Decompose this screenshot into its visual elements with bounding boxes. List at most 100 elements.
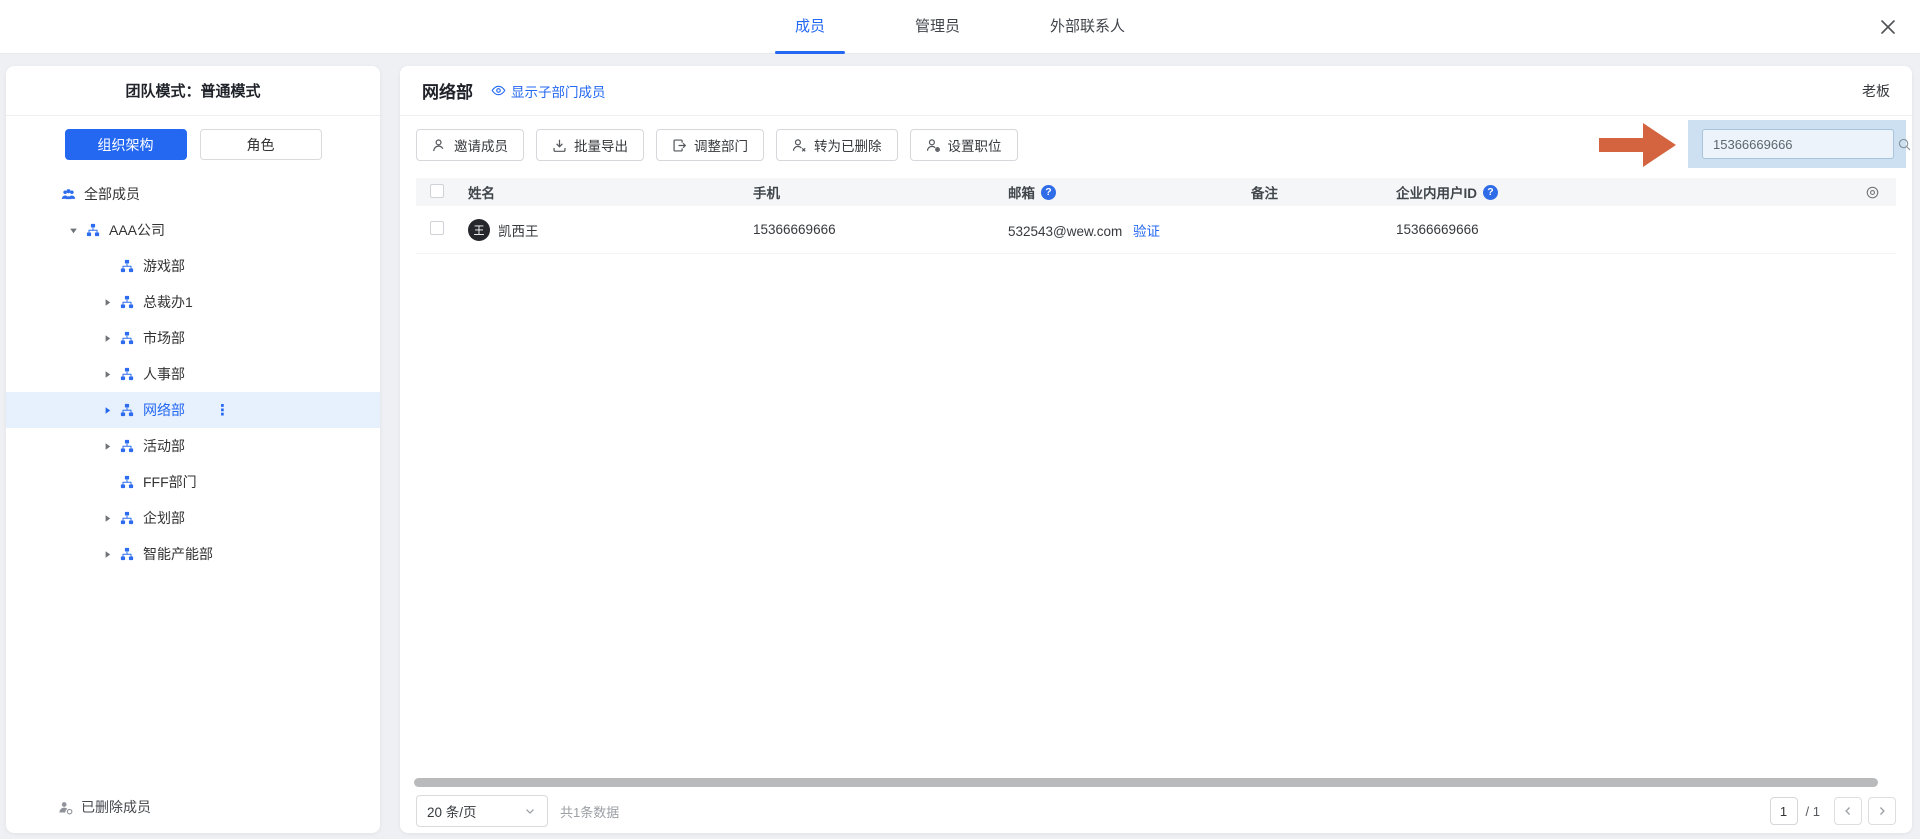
move-to-deleted-label: 转为已删除: [814, 135, 882, 155]
next-page-button[interactable]: [1868, 797, 1896, 825]
org-node-icon: [120, 295, 135, 309]
pagination: / 1: [1770, 797, 1896, 825]
search-highlight: [1688, 120, 1906, 168]
adjust-department-button[interactable]: 调整部门: [656, 129, 764, 161]
caret-right-icon[interactable]: [102, 442, 112, 451]
annotation-arrow-icon: [1599, 121, 1677, 169]
column-header-phone: 手机: [753, 182, 1008, 202]
tree-item-network-dept[interactable]: 网络部 ⋮: [6, 392, 380, 428]
member-user-id: 15366669666: [1396, 222, 1848, 237]
caret-right-icon[interactable]: [102, 550, 112, 559]
deleted-member-icon: [58, 800, 73, 815]
verify-email-link[interactable]: 验证: [1133, 224, 1160, 239]
chevron-down-icon: [523, 804, 537, 818]
page-total-label: / 1: [1806, 804, 1820, 819]
page-number-input[interactable]: [1770, 797, 1798, 825]
org-node-icon: [120, 547, 135, 561]
invite-member-button[interactable]: 邀请成员: [416, 129, 524, 161]
set-position-button[interactable]: 设置职位: [910, 129, 1018, 161]
tree-item-label: AAA公司: [109, 220, 165, 240]
search-icon[interactable]: [1897, 137, 1912, 152]
sidebar-segment-buttons: 组织架构 角色: [6, 129, 380, 160]
tab-external-contacts[interactable]: 外部联系人: [1020, 0, 1155, 54]
org-structure-button[interactable]: 组织架构: [65, 129, 187, 160]
tree-item-label: 人事部: [143, 364, 185, 384]
members-group-icon: [61, 187, 76, 202]
org-node-icon: [120, 331, 135, 345]
tree-item-fff-dept[interactable]: FFF部门: [6, 464, 380, 500]
tree-item-label: 游戏部: [143, 256, 185, 276]
show-sub-dept-label: 显示子部门成员: [511, 81, 606, 101]
page-size-value: 20 条/页: [427, 801, 477, 821]
table-row[interactable]: 王 凯西王 15366669666 532543@wew.com 验证 1536…: [416, 206, 1896, 254]
page-size-select[interactable]: 20 条/页: [416, 795, 548, 827]
department-tree: 全部成员 AAA公司 游戏部 总裁办1: [6, 176, 380, 572]
member-search-input[interactable]: [1703, 137, 1897, 152]
caret-right-icon[interactable]: [102, 334, 112, 343]
org-node-icon: [120, 439, 135, 453]
tree-item-marketing-dept[interactable]: 市场部: [6, 320, 380, 356]
org-node-icon: [86, 223, 101, 237]
tree-item-president-office[interactable]: 总裁办1: [6, 284, 380, 320]
tree-item-label: FFF部门: [143, 472, 197, 492]
tree-item-activity-dept[interactable]: 活动部: [6, 428, 380, 464]
batch-export-button[interactable]: 批量导出: [536, 129, 644, 161]
person-settings-icon: [926, 138, 941, 153]
deleted-members-label: 已删除成员: [81, 797, 151, 817]
select-all-checkbox[interactable]: [430, 184, 444, 198]
caret-right-icon[interactable]: [102, 298, 112, 307]
org-node-icon: [120, 367, 135, 381]
tree-item-games-dept[interactable]: 游戏部: [6, 248, 380, 284]
tree-item-label: 全部成员: [84, 184, 140, 204]
org-sidebar: 团队模式：普通模式 组织架构 角色 全部成员 AAA公司 游戏部: [6, 66, 380, 833]
prev-page-button[interactable]: [1834, 797, 1862, 825]
caret-right-icon[interactable]: [102, 370, 112, 379]
caret-placeholder: [102, 262, 112, 271]
tree-item-planning-dept[interactable]: 企划部: [6, 500, 380, 536]
caret-right-icon[interactable]: [102, 514, 112, 523]
more-actions-icon[interactable]: ⋮: [215, 403, 230, 418]
top-tabs: 成员 管理员 外部联系人: [765, 0, 1155, 54]
tree-item-aaa-company[interactable]: AAA公司: [6, 212, 380, 248]
member-search-box: [1702, 129, 1894, 159]
org-node-icon: [120, 403, 135, 417]
column-header-email: 邮箱 ?: [1008, 182, 1251, 202]
move-to-deleted-button[interactable]: 转为已删除: [776, 129, 898, 161]
column-settings-icon[interactable]: [1865, 185, 1896, 200]
batch-export-label: 批量导出: [574, 135, 628, 155]
org-node-icon: [120, 511, 135, 525]
email-help-icon[interactable]: ?: [1041, 185, 1056, 200]
member-email-cell: 532543@wew.com 验证: [1008, 220, 1251, 240]
org-node-icon: [120, 475, 135, 489]
user-id-help-icon[interactable]: ?: [1483, 185, 1498, 200]
caret-down-icon[interactable]: [68, 226, 78, 235]
tree-item-label: 智能产能部: [143, 544, 213, 564]
horizontal-scrollbar[interactable]: [414, 778, 1878, 787]
show-sub-dept-link[interactable]: 显示子部门成员: [491, 81, 606, 101]
member-name-cell: 王 凯西王: [468, 219, 753, 241]
column-header-name: 姓名: [468, 182, 753, 202]
role-button[interactable]: 角色: [200, 129, 322, 160]
person-add-icon: [432, 138, 447, 153]
members-table: 姓名 手机 邮箱 ? 备注 企业内用户ID ? 王 凯西王 1536666966…: [416, 178, 1896, 254]
eye-icon: [491, 83, 506, 98]
tab-admins[interactable]: 管理员: [885, 0, 990, 54]
close-icon[interactable]: [1878, 17, 1898, 37]
person-remove-icon: [792, 138, 807, 153]
tree-item-label: 网络部: [143, 400, 185, 420]
topbar: 成员 管理员 外部联系人: [0, 0, 1920, 54]
team-mode-label: 团队模式：普通模式: [6, 66, 380, 116]
table-footer: 20 条/页 共1条数据 / 1: [416, 789, 1896, 833]
set-position-label: 设置职位: [948, 135, 1002, 155]
tree-item-label: 总裁办1: [143, 292, 193, 312]
tree-item-hr-dept[interactable]: 人事部: [6, 356, 380, 392]
avatar: 王: [468, 219, 490, 241]
deleted-members-item[interactable]: 已删除成员: [6, 789, 380, 825]
tab-members[interactable]: 成员: [765, 0, 855, 54]
row-checkbox[interactable]: [430, 221, 444, 235]
tree-item-all-members[interactable]: 全部成员: [6, 176, 380, 212]
tree-item-smart-capacity-dept[interactable]: 智能产能部: [6, 536, 380, 572]
member-phone: 15366669666: [753, 222, 1008, 237]
total-count-label: 共1条数据: [560, 802, 619, 821]
caret-right-icon[interactable]: [102, 406, 112, 415]
